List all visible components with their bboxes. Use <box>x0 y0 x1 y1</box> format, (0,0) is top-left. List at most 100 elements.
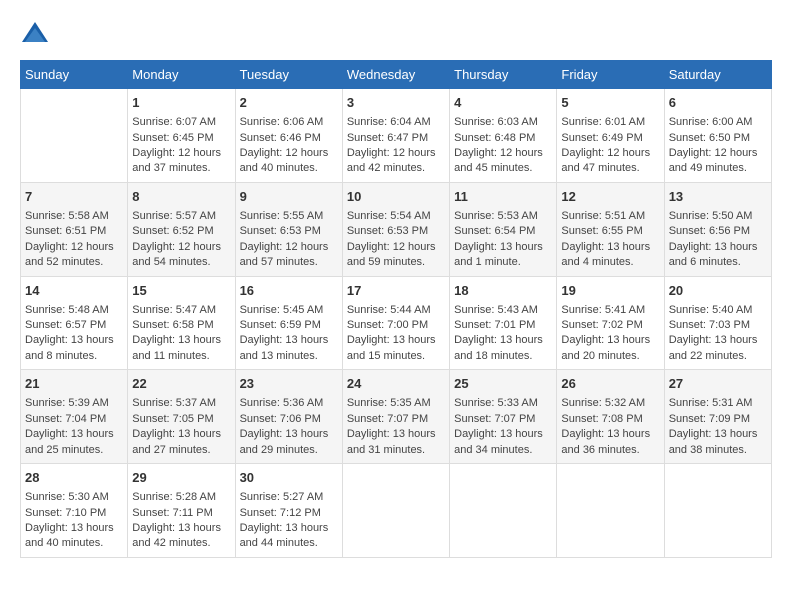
day-number: 17 <box>347 282 445 300</box>
day-number: 13 <box>669 188 767 206</box>
day-number: 6 <box>669 94 767 112</box>
day-info: Sunrise: 5:33 AM Sunset: 7:07 PM Dayligh… <box>454 396 552 458</box>
day-number: 29 <box>132 469 230 487</box>
calendar-cell: 2Sunrise: 6:06 AM Sunset: 6:46 PM Daylig… <box>235 89 342 183</box>
calendar-week-row: 21Sunrise: 5:39 AM Sunset: 7:04 PM Dayli… <box>21 370 772 464</box>
calendar-cell: 9 Sunrise: 5:55 AM Sunset: 6:53 PM Daylig… <box>235 182 342 276</box>
day-info: Sunrise: 6:06 AM Sunset: 6:46 PM Dayligh… <box>240 115 338 177</box>
day-number: 25 <box>454 375 552 393</box>
day-number: 16 <box>240 282 338 300</box>
day-number: 30 <box>240 469 338 487</box>
day-number: 12 <box>561 188 659 206</box>
day-number: 24 <box>347 375 445 393</box>
calendar-cell: 7 Sunrise: 5:58 AM Sunset: 6:51 PM Daylig… <box>21 182 128 276</box>
day-number: 11 <box>454 188 552 206</box>
day-info: Sunrise: 5:37 AM Sunset: 7:05 PM Dayligh… <box>132 396 230 458</box>
day-number: 19 <box>561 282 659 300</box>
calendar-cell: 19 Sunrise: 5:41 AM Sunset: 7:02 PM Dayli… <box>557 276 664 370</box>
calendar-cell: 11 Sunrise: 5:53 AM Sunset: 6:54 PM Dayli… <box>450 182 557 276</box>
weekday-header: Monday <box>128 61 235 89</box>
page-header <box>20 20 772 50</box>
calendar-cell: 18 Sunrise: 5:43 AM Sunset: 7:01 PM Dayli… <box>450 276 557 370</box>
day-number: 22 <box>132 375 230 393</box>
calendar-cell: 1Sunrise: 6:07 AM Sunset: 6:45 PM Daylig… <box>128 89 235 183</box>
day-info: Sunrise: 5:27 AM Sunset: 7:12 PM Dayligh… <box>240 490 338 552</box>
day-number: 3 <box>347 94 445 112</box>
logo <box>20 20 55 50</box>
calendar-cell: 30 Sunrise: 5:27 AM Sunset: 7:12 PM Dayli… <box>235 464 342 558</box>
calendar-cell: 20 Sunrise: 5:40 AM Sunset: 7:03 PM Dayli… <box>664 276 771 370</box>
calendar-cell: 17 Sunrise: 5:44 AM Sunset: 7:00 PM Dayli… <box>342 276 449 370</box>
logo-icon <box>20 20 50 50</box>
day-info: Sunrise: 5:43 AM Sunset: 7:01 PM Dayligh… <box>454 303 552 365</box>
day-info: Sunrise: 5:30 AM Sunset: 7:10 PM Dayligh… <box>25 490 123 552</box>
day-number: 9 <box>240 188 338 206</box>
calendar-cell: 22 Sunrise: 5:37 AM Sunset: 7:05 PM Dayli… <box>128 370 235 464</box>
day-info: Sunrise: 6:00 AM Sunset: 6:50 PM Dayligh… <box>669 115 767 177</box>
calendar-cell: 5Sunrise: 6:01 AM Sunset: 6:49 PM Daylig… <box>557 89 664 183</box>
day-number: 8 <box>132 188 230 206</box>
day-info: Sunrise: 5:32 AM Sunset: 7:08 PM Dayligh… <box>561 396 659 458</box>
calendar-cell: 29 Sunrise: 5:28 AM Sunset: 7:11 PM Dayli… <box>128 464 235 558</box>
day-info: Sunrise: 6:07 AM Sunset: 6:45 PM Dayligh… <box>132 115 230 177</box>
calendar-cell: 14 Sunrise: 5:48 AM Sunset: 6:57 PM Dayli… <box>21 276 128 370</box>
day-number: 21 <box>25 375 123 393</box>
day-number: 14 <box>25 282 123 300</box>
calendar-cell: 21Sunrise: 5:39 AM Sunset: 7:04 PM Dayli… <box>21 370 128 464</box>
day-number: 27 <box>669 375 767 393</box>
calendar-cell: 23 Sunrise: 5:36 AM Sunset: 7:06 PM Dayli… <box>235 370 342 464</box>
day-info: Sunrise: 6:01 AM Sunset: 6:49 PM Dayligh… <box>561 115 659 177</box>
day-info: Sunrise: 5:45 AM Sunset: 6:59 PM Dayligh… <box>240 303 338 365</box>
day-info: Sunrise: 5:58 AM Sunset: 6:51 PM Dayligh… <box>25 209 123 271</box>
header-row: SundayMondayTuesdayWednesdayThursdayFrid… <box>21 61 772 89</box>
day-info: Sunrise: 6:03 AM Sunset: 6:48 PM Dayligh… <box>454 115 552 177</box>
calendar-cell: 12 Sunrise: 5:51 AM Sunset: 6:55 PM Dayli… <box>557 182 664 276</box>
weekday-header: Thursday <box>450 61 557 89</box>
calendar-week-row: 1Sunrise: 6:07 AM Sunset: 6:45 PM Daylig… <box>21 89 772 183</box>
weekday-header: Friday <box>557 61 664 89</box>
calendar-week-row: 7 Sunrise: 5:58 AM Sunset: 6:51 PM Daylig… <box>21 182 772 276</box>
calendar-cell: 10 Sunrise: 5:54 AM Sunset: 6:53 PM Dayli… <box>342 182 449 276</box>
calendar-cell: 27Sunrise: 5:31 AM Sunset: 7:09 PM Dayli… <box>664 370 771 464</box>
calendar-table: SundayMondayTuesdayWednesdayThursdayFrid… <box>20 60 772 558</box>
day-number: 26 <box>561 375 659 393</box>
day-number: 7 <box>25 188 123 206</box>
day-info: Sunrise: 5:48 AM Sunset: 6:57 PM Dayligh… <box>25 303 123 365</box>
day-info: Sunrise: 5:40 AM Sunset: 7:03 PM Dayligh… <box>669 303 767 365</box>
day-info: Sunrise: 5:44 AM Sunset: 7:00 PM Dayligh… <box>347 303 445 365</box>
calendar-cell: 4 Sunrise: 6:03 AM Sunset: 6:48 PM Daylig… <box>450 89 557 183</box>
day-number: 20 <box>669 282 767 300</box>
calendar-cell: 24Sunrise: 5:35 AM Sunset: 7:07 PM Dayli… <box>342 370 449 464</box>
calendar-cell: 15Sunrise: 5:47 AM Sunset: 6:58 PM Dayli… <box>128 276 235 370</box>
day-info: Sunrise: 5:41 AM Sunset: 7:02 PM Dayligh… <box>561 303 659 365</box>
day-info: Sunrise: 5:55 AM Sunset: 6:53 PM Dayligh… <box>240 209 338 271</box>
calendar-cell: 28 Sunrise: 5:30 AM Sunset: 7:10 PM Dayli… <box>21 464 128 558</box>
calendar-cell: 8Sunrise: 5:57 AM Sunset: 6:52 PM Daylig… <box>128 182 235 276</box>
calendar-cell <box>342 464 449 558</box>
day-number: 18 <box>454 282 552 300</box>
day-number: 28 <box>25 469 123 487</box>
calendar-cell: 13 Sunrise: 5:50 AM Sunset: 6:56 PM Dayli… <box>664 182 771 276</box>
day-info: Sunrise: 5:50 AM Sunset: 6:56 PM Dayligh… <box>669 209 767 271</box>
weekday-header: Sunday <box>21 61 128 89</box>
day-number: 15 <box>132 282 230 300</box>
day-info: Sunrise: 5:54 AM Sunset: 6:53 PM Dayligh… <box>347 209 445 271</box>
day-info: Sunrise: 5:51 AM Sunset: 6:55 PM Dayligh… <box>561 209 659 271</box>
calendar-cell <box>664 464 771 558</box>
day-number: 23 <box>240 375 338 393</box>
day-info: Sunrise: 5:28 AM Sunset: 7:11 PM Dayligh… <box>132 490 230 552</box>
weekday-header: Saturday <box>664 61 771 89</box>
calendar-week-row: 14 Sunrise: 5:48 AM Sunset: 6:57 PM Dayli… <box>21 276 772 370</box>
calendar-cell <box>557 464 664 558</box>
calendar-cell: 3 Sunrise: 6:04 AM Sunset: 6:47 PM Daylig… <box>342 89 449 183</box>
weekday-header: Tuesday <box>235 61 342 89</box>
day-number: 4 <box>454 94 552 112</box>
calendar-cell: 25 Sunrise: 5:33 AM Sunset: 7:07 PM Dayli… <box>450 370 557 464</box>
weekday-header: Wednesday <box>342 61 449 89</box>
day-info: Sunrise: 5:36 AM Sunset: 7:06 PM Dayligh… <box>240 396 338 458</box>
day-info: Sunrise: 5:53 AM Sunset: 6:54 PM Dayligh… <box>454 209 552 271</box>
calendar-cell: 26 Sunrise: 5:32 AM Sunset: 7:08 PM Dayli… <box>557 370 664 464</box>
calendar-week-row: 28 Sunrise: 5:30 AM Sunset: 7:10 PM Dayli… <box>21 464 772 558</box>
day-info: Sunrise: 6:04 AM Sunset: 6:47 PM Dayligh… <box>347 115 445 177</box>
day-number: 10 <box>347 188 445 206</box>
